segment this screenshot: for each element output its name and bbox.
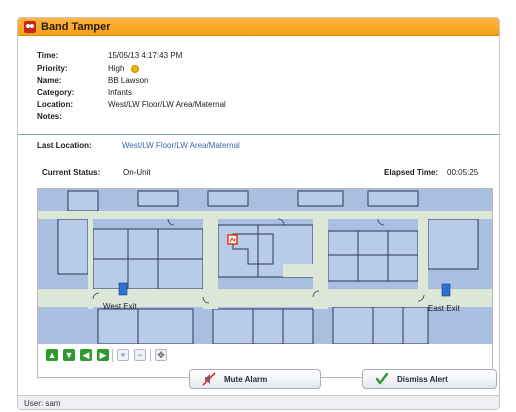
name-label: Name: [37, 76, 62, 85]
pan-up-icon[interactable]: ▲ [46, 349, 58, 361]
category-value: Infants [108, 88, 133, 97]
last-location-link[interactable]: West/LW Floor/LW Area/Maternal [122, 141, 240, 150]
notes-label: Notes: [37, 112, 62, 121]
west-exit-marker [118, 282, 128, 296]
section-divider [18, 134, 499, 135]
east-exit-marker [441, 283, 451, 297]
elapsed-time-value: 00:05:25 [447, 168, 479, 177]
toolbar-divider [150, 349, 151, 362]
time-label: Time: [37, 51, 59, 60]
pan-right-icon[interactable]: ▶ [97, 349, 109, 361]
priority-value: High [108, 64, 125, 73]
window-title: Band Tamper [41, 21, 111, 33]
mute-alarm-label: Mute Alarm [224, 375, 268, 384]
floor-plan-map[interactable]: West Exit East Exit [38, 189, 492, 344]
alert-badge-icon [24, 21, 36, 33]
west-exit-label: West Exit [103, 302, 137, 311]
location-label: Location: [37, 100, 73, 109]
pan-tool-icon[interactable]: ✥ [155, 349, 167, 361]
band-tamper-alert-window: Band Tamper Time: 15/05/13 4:17:43 PM Pr… [17, 17, 500, 410]
last-location-label: Last Location: [37, 141, 92, 150]
zoom-out-icon[interactable]: − [134, 349, 146, 361]
zoom-in-icon[interactable]: + [117, 349, 129, 361]
dismiss-alert-button[interactable]: Dismiss Alert [362, 369, 497, 389]
current-status-label: Current Status: [42, 168, 101, 177]
current-status-value: On-Unit [123, 168, 151, 177]
checkmark-icon [375, 372, 389, 385]
floor-map-panel: West Exit East Exit ▲ ▼ ◀ ▶ + − ✥ [37, 188, 493, 378]
status-footer: User: sam [18, 395, 499, 409]
category-label: Category: [37, 88, 75, 97]
name-value: BB Lawson [108, 76, 149, 85]
east-exit-label: East Exit [428, 304, 460, 313]
dismiss-alert-label: Dismiss Alert [397, 375, 448, 384]
pan-left-icon[interactable]: ◀ [80, 349, 92, 361]
priority-label: Priority: [37, 64, 68, 73]
elapsed-time-label: Elapsed Time: [384, 168, 439, 177]
time-value: 15/05/13 4:17:43 PM [108, 51, 183, 60]
mute-speaker-icon [202, 372, 216, 386]
priority-high-icon [131, 65, 139, 73]
title-bar: Band Tamper [18, 18, 499, 36]
pan-down-icon[interactable]: ▼ [63, 349, 75, 361]
logged-in-user: User: sam [24, 399, 61, 408]
mute-alarm-button[interactable]: Mute Alarm [189, 369, 321, 389]
location-value: West/LW Floor/LW Area/Maternal [108, 100, 226, 109]
toolbar-divider [112, 349, 113, 362]
